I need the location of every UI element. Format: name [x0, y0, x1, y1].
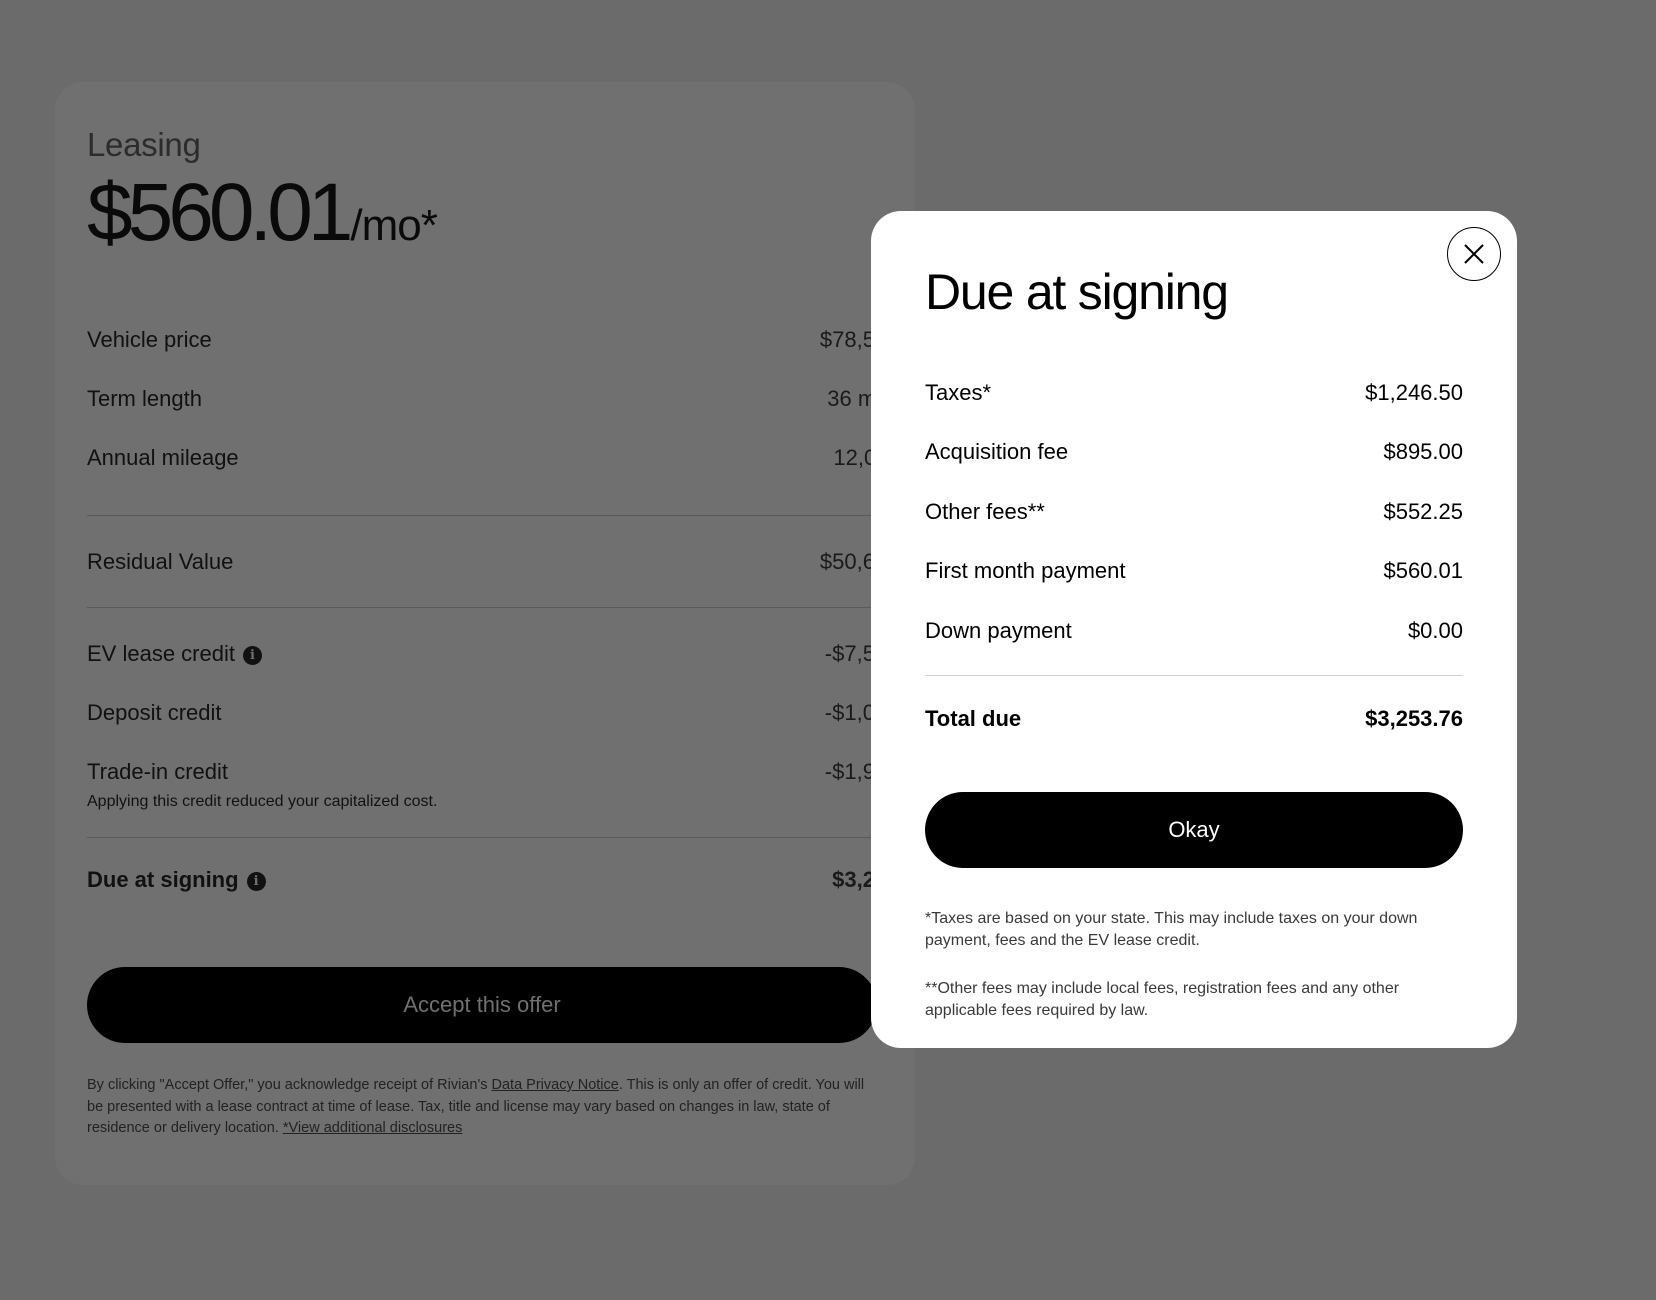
lease-eyebrow: Leasing — [87, 126, 201, 163]
modal-row-first-month-payment: First month payment $560.01 — [925, 542, 1463, 602]
modal-row-value: $560.01 — [1383, 558, 1463, 584]
modal-row-taxes: Taxes* $1,246.50 — [925, 363, 1463, 423]
divider — [87, 515, 877, 516]
divider — [87, 607, 877, 608]
modal-row-value: $895.00 — [1383, 439, 1463, 465]
modal-row-value: $552.25 — [1383, 498, 1463, 524]
modal-row-value: $0.00 — [1407, 617, 1463, 643]
data-privacy-notice-link[interactable]: Data Privacy Notice — [492, 1077, 619, 1093]
lease-summary-card: Leasing $560.01 /mo* Vehicle price $78,5… — [55, 82, 915, 1185]
lease-row-label: Vehicle price — [87, 326, 212, 352]
divider — [87, 837, 877, 838]
lease-row-label: Annual mileage — [87, 444, 239, 470]
modal-row-label: First month payment — [925, 558, 1126, 584]
lease-row-label: Term length — [87, 385, 202, 411]
lease-row-label: Due at signing i — [87, 867, 266, 893]
close-button[interactable] — [1447, 227, 1501, 281]
modal-row-label: Other fees** — [925, 498, 1045, 524]
lease-row-annual-mileage: Annual mileage 12,000 mi — [87, 428, 915, 487]
lease-row-label: EV lease credit i — [87, 641, 262, 667]
monthly-price-unit: /mo* — [350, 201, 437, 250]
trade-in-note: Applying this credit reduced your capita… — [87, 793, 438, 810]
modal-row-label: Total due — [925, 705, 1022, 731]
modal-row-label: Down payment — [925, 617, 1072, 643]
lease-disclaimer: By clicking "Accept Offer," you acknowle… — [87, 1075, 877, 1140]
lease-row-vehicle-price: Vehicle price $78,550.00 — [87, 310, 915, 369]
modal-row-label: Taxes* — [925, 379, 992, 405]
accept-offer-button[interactable]: Accept this offer — [87, 967, 877, 1043]
taxes-footnote: *Taxes are based on your state. This may… — [925, 909, 1418, 949]
close-icon — [1464, 244, 1484, 264]
other-fees-footnote: **Other fees may include local fees, reg… — [925, 979, 1400, 1019]
page: Leasing $560.01 /mo* Vehicle price $78,5… — [0, 0, 1656, 1300]
lease-row-deposit-credit: Deposit credit -$1,000.00 — [87, 683, 915, 742]
due-at-signing-label: Due at signing — [87, 866, 239, 892]
modal-row-label: Acquisition fee — [925, 439, 1069, 465]
lease-details: Vehicle price $78,550.00 Term length 36 … — [87, 310, 915, 909]
info-icon[interactable]: i — [242, 645, 262, 665]
divider — [925, 674, 1463, 676]
modal-row-value: $3,253.76 — [1365, 705, 1463, 731]
modal-breakdown: Taxes* $1,246.50 Acquisition fee $895.00… — [925, 363, 1463, 749]
modal-row-acquisition-fee: Acquisition fee $895.00 — [925, 423, 1463, 483]
modal-footnotes: *Taxes are based on your state. This may… — [925, 908, 1463, 1022]
monthly-price-amount: $560.01 — [87, 167, 353, 258]
lease-row-label: Trade-in credit — [87, 758, 229, 784]
modal-row-down-payment: Down payment $0.00 — [925, 601, 1463, 661]
lease-row-label: Deposit credit — [87, 699, 222, 725]
disclaimer-text: By clicking "Accept Offer," you acknowle… — [87, 1077, 492, 1093]
modal-row-other-fees: Other fees** $552.25 — [925, 482, 1463, 542]
lease-row-ev-lease-credit: EV lease crediti -$7,500.00 — [87, 624, 915, 683]
okay-button[interactable]: Okay — [925, 791, 1463, 868]
monthly-price: $560.01 /mo* — [87, 172, 883, 258]
ev-lease-credit-label: EV lease credit — [87, 640, 235, 666]
modal-title: Due at signing — [925, 264, 1229, 320]
lease-row-due-at-signing: Due at signingi $3,253.76 — [87, 850, 915, 909]
view-disclosures-link[interactable]: *View additional disclosures — [283, 1120, 462, 1136]
lease-row-residual-value: Residual Value $50,622.00 — [87, 532, 915, 591]
info-icon[interactable]: i — [246, 871, 266, 891]
lease-row-term-length: Term length 36 months — [87, 369, 915, 428]
lease-row-label: Residual Value — [87, 548, 234, 574]
due-at-signing-modal: Due at signing Taxes* $1,246.50 Acquisit… — [871, 211, 1517, 1048]
modal-row-value: $1,246.50 — [1365, 379, 1463, 405]
modal-row-total-due: Total due $3,253.76 — [925, 689, 1463, 749]
